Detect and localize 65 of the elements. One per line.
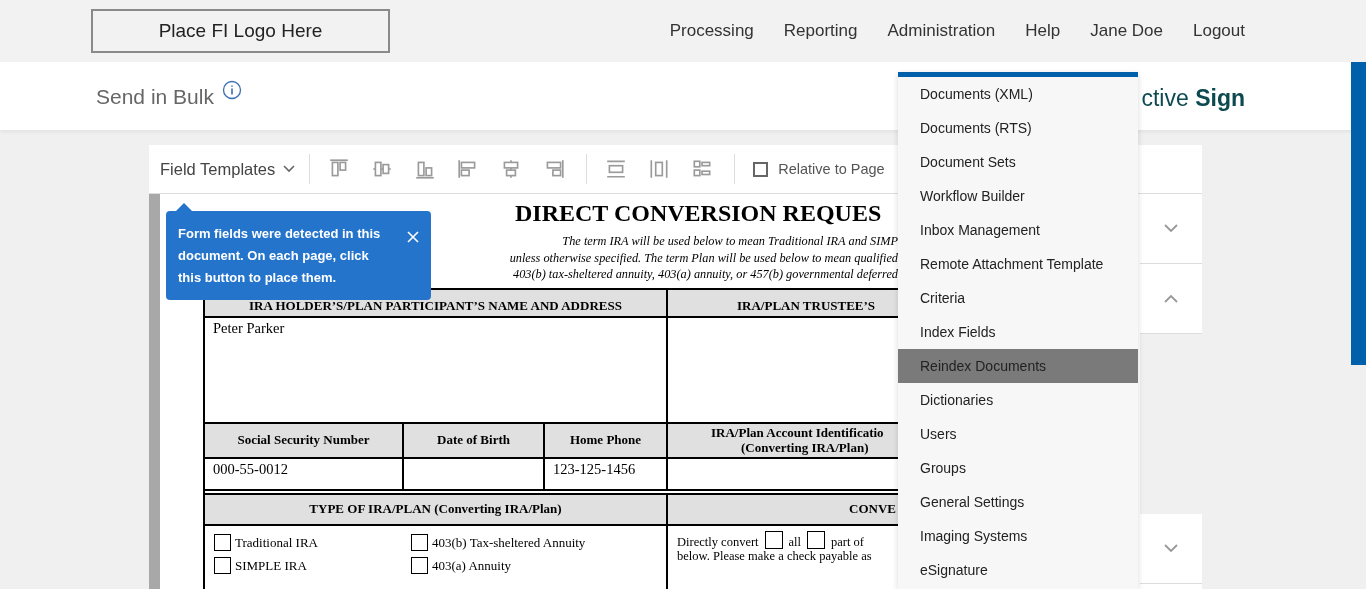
intro-text: unless otherwise specified. The term Plan will be used below to mean qualified: [509, 249, 898, 266]
nav-link[interactable]: Processing: [669, 21, 754, 41]
distribute-horizontal-icon[interactable]: [648, 158, 671, 180]
table-cell: 000-55-0012: [205, 458, 404, 489]
checkbox-label: Relative to Page: [778, 161, 885, 177]
checkbox[interactable]: [411, 556, 428, 574]
table-cell: 123-125-1456: [545, 458, 668, 489]
menu-item[interactable]: Inbox Management: [898, 213, 1138, 247]
nav-link[interactable]: Logout: [1193, 21, 1245, 41]
document-title: DIRECT CONVERSION REQUES: [514, 199, 883, 228]
intro-text: 403(b) tax-sheltered annuity, 403(a) annuity, or 457(b) governmental deferred: [513, 266, 898, 283]
menu-item[interactable]: Document Sets: [898, 145, 1138, 179]
menu-item[interactable]: Workflow Builder: [898, 179, 1138, 213]
nav-link[interactable]: Jane Doe: [1090, 21, 1163, 41]
menu-item[interactable]: Index Fields: [898, 315, 1138, 349]
menu-item[interactable]: General Settings: [898, 485, 1138, 519]
nav-link[interactable]: Administration: [887, 21, 996, 41]
table-cell: Peter Parker: [205, 317, 668, 422]
close-icon[interactable]: [407, 231, 419, 243]
distribute-vertical-icon[interactable]: [605, 158, 628, 180]
logo-link[interactable]: Place FI Logo Here: [91, 9, 390, 53]
menu-item[interactable]: Remote Attachment Template: [898, 247, 1138, 281]
menu-item[interactable]: Reindex Documents: [898, 349, 1138, 383]
checkbox[interactable]: [411, 533, 428, 551]
checkbox[interactable]: [753, 161, 769, 177]
menu-item[interactable]: Criteria: [898, 281, 1138, 315]
checkbox[interactable]: [807, 530, 826, 549]
intro-text: The term IRA will be used below to mean Traditional IRA and SIMP: [562, 233, 898, 250]
form-text: Directly convert: [677, 534, 759, 549]
field-templates-dropdown[interactable]: Field Templates: [160, 159, 296, 179]
checkbox-label: 403(b) Tax-sheltered Annuity: [432, 534, 586, 551]
nav-link[interactable]: Help: [1025, 21, 1061, 41]
menu-item[interactable]: Documents (XML): [898, 77, 1138, 111]
menu-item[interactable]: eSignature: [898, 553, 1138, 587]
scrollbar[interactable]: [1351, 62, 1366, 365]
menu-item[interactable]: Groups: [898, 451, 1138, 485]
chevron-up-icon: [1164, 294, 1178, 303]
checkbox-label: all: [788, 534, 802, 549]
table-header: IRA/Plan Account Identificatio (Converting IRA/Plan): [710, 424, 885, 457]
nav-link[interactable]: Reporting: [783, 21, 858, 41]
brand-name: ctive Sign: [1141, 84, 1245, 112]
checkbox-label: SIMPLE IRA: [235, 557, 307, 574]
table-header: IRA/PLAN TRUSTEE’S: [736, 296, 877, 315]
table-header: Date of Birth: [404, 423, 545, 457]
chevron-down-icon: [1164, 224, 1178, 233]
checkbox[interactable]: [764, 530, 783, 549]
checkbox[interactable]: [214, 556, 231, 574]
menu-item[interactable]: Dictionaries: [898, 383, 1138, 417]
checkbox-label: 403(a) Annuity: [432, 557, 512, 574]
menu-item[interactable]: Imaging Systems: [898, 519, 1138, 553]
table-header: TYPE OF IRA/PLAN (Converting IRA/Plan): [205, 494, 668, 524]
checkbox-label: Traditional IRA: [235, 534, 318, 551]
page-title: Send in Bulk: [96, 85, 214, 109]
table-header: Social Security Number: [205, 423, 404, 457]
menu-item[interactable]: Documents (RTS): [898, 111, 1138, 145]
tooltip-text: Form fields were detected in this document. On each page, click this button to place them.: [178, 225, 382, 287]
chevron-down-icon: [1164, 544, 1178, 553]
form-text: below. Please make a check payable as: [677, 548, 872, 563]
menu-item[interactable]: Users: [898, 417, 1138, 451]
table-header: Home Phone: [545, 423, 668, 457]
table-header: CONVE: [848, 500, 897, 518]
info-icon[interactable]: [221, 80, 242, 100]
chevron-down-icon: [283, 165, 296, 173]
checkbox[interactable]: [214, 533, 231, 551]
checkbox-label: part of: [831, 534, 865, 549]
